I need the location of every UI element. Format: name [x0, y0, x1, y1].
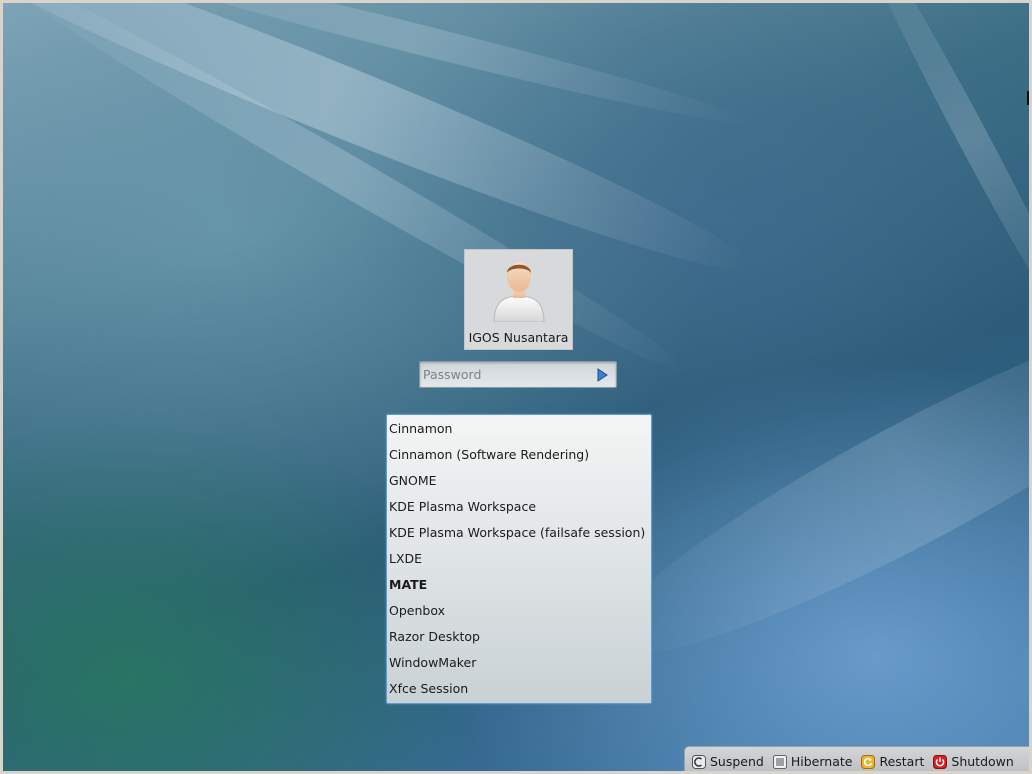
- session-item-xfce[interactable]: Xfce Session: [387, 676, 651, 702]
- arrow-right-icon[interactable]: [594, 367, 610, 383]
- session-item-cinnamon-software[interactable]: Cinnamon (Software Rendering): [387, 442, 651, 468]
- wallpaper-streak: [3, 3, 764, 300]
- hibernate-button[interactable]: Hibernate: [772, 754, 853, 769]
- user-avatar-icon: [492, 262, 545, 323]
- session-item-gnome[interactable]: GNOME: [387, 468, 651, 494]
- suspend-button[interactable]: Suspend: [692, 754, 764, 769]
- hibernate-label: Hibernate: [790, 754, 853, 769]
- wallpaper-streak: [3, 3, 700, 391]
- wallpaper-streak: [69, 3, 757, 138]
- session-item-lxde[interactable]: LXDE: [387, 546, 651, 572]
- password-field-container: [419, 361, 617, 388]
- session-item-kde-failsafe[interactable]: KDE Plasma Workspace (failsafe session): [387, 520, 651, 546]
- password-input[interactable]: [420, 362, 591, 387]
- session-item-kde[interactable]: KDE Plasma Workspace: [387, 494, 651, 520]
- session-item-windowmaker[interactable]: WindowMaker: [387, 650, 651, 676]
- login-screen: IGOS Nusantara Cinnamon Cinnamon (Softwa…: [0, 0, 1032, 774]
- wallpaper-streak: [842, 3, 1029, 366]
- restart-label: Restart: [879, 754, 925, 769]
- suspend-icon: [692, 754, 706, 769]
- user-name-label: IGOS Nusantara: [468, 330, 569, 345]
- session-item-mate[interactable]: MATE: [387, 572, 651, 598]
- hibernate-icon: [772, 754, 787, 769]
- session-list[interactable]: Cinnamon Cinnamon (Software Rendering) G…: [386, 414, 652, 704]
- session-item-openbox[interactable]: Openbox: [387, 598, 651, 624]
- restart-icon: [861, 754, 876, 769]
- restart-button[interactable]: Restart: [861, 754, 924, 769]
- session-item-razor[interactable]: Razor Desktop: [387, 624, 651, 650]
- suspend-label: Suspend: [710, 754, 764, 769]
- shutdown-label: Shutdown: [951, 754, 1014, 769]
- power-bar: Suspend Hibernate Restart Shutdown: [684, 746, 1029, 771]
- shutdown-icon: [933, 754, 948, 769]
- shutdown-button[interactable]: Shutdown: [933, 754, 1014, 769]
- text-cursor-icon: [1027, 91, 1029, 105]
- session-item-cinnamon[interactable]: Cinnamon: [387, 416, 651, 442]
- user-tile[interactable]: IGOS Nusantara: [464, 249, 573, 350]
